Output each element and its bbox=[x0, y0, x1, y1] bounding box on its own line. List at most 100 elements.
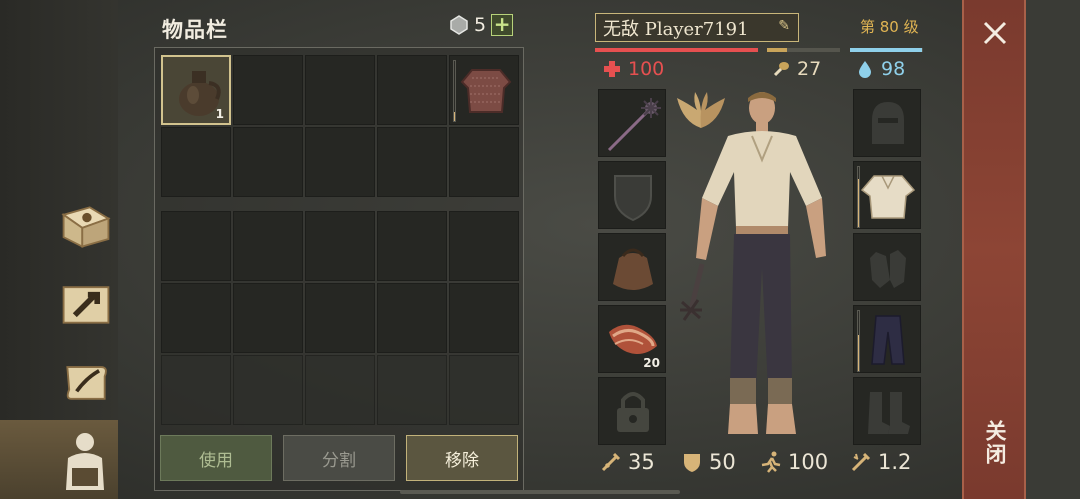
locked-slot bbox=[598, 377, 666, 445]
water-bar bbox=[850, 48, 923, 52]
defense-stat: 50 bbox=[681, 450, 736, 474]
durability-bar bbox=[453, 60, 456, 122]
inventory-slot-19[interactable] bbox=[377, 283, 447, 353]
attack-value: 35 bbox=[628, 450, 655, 474]
item-quantity: 1 bbox=[215, 107, 224, 121]
close-icon[interactable] bbox=[982, 20, 1008, 46]
inventory-slot-11[interactable] bbox=[161, 211, 231, 281]
craft-map-icon bbox=[62, 286, 110, 324]
speed-stat: 100 bbox=[760, 450, 828, 474]
inventory-grid-top: 1 bbox=[161, 55, 519, 197]
running-figure-icon bbox=[761, 451, 781, 473]
inventory-slot-15[interactable] bbox=[449, 211, 519, 281]
food-bar bbox=[767, 48, 840, 52]
crafting-tab[interactable] bbox=[56, 276, 116, 332]
buy-gems-button[interactable]: + bbox=[491, 14, 514, 36]
inventory-slot-locked bbox=[305, 355, 375, 425]
helmet-slot[interactable] bbox=[853, 89, 921, 157]
inventory-slot-locked bbox=[449, 355, 519, 425]
water-value: 98 bbox=[881, 58, 906, 80]
helmet-silhouette-icon bbox=[872, 102, 904, 144]
leather-pouch-icon bbox=[613, 248, 653, 290]
chest-slot[interactable] bbox=[853, 161, 921, 229]
health-stat: 100 bbox=[603, 58, 664, 80]
character-model bbox=[680, 92, 826, 434]
water-stat: 98 bbox=[856, 58, 905, 80]
inventory-slot-5[interactable] bbox=[449, 55, 519, 125]
crit-stat: 1.2 bbox=[850, 450, 911, 474]
character-backpack-icon bbox=[66, 433, 104, 490]
bag-slot[interactable] bbox=[598, 233, 666, 301]
gem-counter: 5 + bbox=[449, 14, 514, 36]
inventory-slot-3[interactable] bbox=[305, 55, 375, 125]
quests-tab[interactable] bbox=[56, 354, 116, 410]
inventory-slot-7[interactable] bbox=[233, 127, 303, 197]
attack-stat: 35 bbox=[600, 450, 655, 474]
inventory-slot-18[interactable] bbox=[305, 283, 375, 353]
food-value: 27 bbox=[797, 58, 822, 80]
inventory-grid-middle bbox=[161, 211, 519, 353]
inventory-grid-locked bbox=[161, 355, 519, 425]
inventory-slot-12[interactable] bbox=[233, 211, 303, 281]
inventory-slot-locked bbox=[377, 355, 447, 425]
food-quick-slot[interactable]: 20 bbox=[598, 305, 666, 373]
shield-slot[interactable] bbox=[598, 161, 666, 229]
health-value: 100 bbox=[628, 58, 665, 80]
inventory-title: 物品栏 bbox=[162, 18, 228, 42]
food-stat: 27 bbox=[772, 58, 821, 80]
water-drop-icon bbox=[859, 61, 871, 78]
split-button[interactable]: 分割 bbox=[283, 435, 395, 481]
speed-value: 100 bbox=[788, 450, 829, 474]
journal-tab[interactable] bbox=[56, 198, 116, 254]
right-edge bbox=[1026, 0, 1080, 499]
inventory-slot-1[interactable]: 1 bbox=[161, 55, 231, 125]
inventory-slot-13[interactable] bbox=[305, 211, 375, 281]
inventory-slot-locked bbox=[161, 355, 231, 425]
inventory-slot-14[interactable] bbox=[377, 211, 447, 281]
chainmail-shirt-icon bbox=[460, 69, 512, 113]
weapon-slot[interactable] bbox=[598, 89, 666, 157]
inventory-slot-20[interactable] bbox=[449, 283, 519, 353]
inventory-slot-16[interactable] bbox=[161, 283, 231, 353]
trousers-icon bbox=[871, 315, 905, 365]
drumstick-icon bbox=[773, 62, 789, 77]
close-label[interactable]: 关闭 bbox=[980, 420, 1010, 466]
gem-icon bbox=[450, 15, 468, 35]
inventory-slot-locked bbox=[233, 355, 303, 425]
scroll-quill-icon bbox=[66, 366, 107, 400]
player-level: 第 80 级 bbox=[860, 18, 919, 36]
gloves-slot[interactable] bbox=[853, 233, 921, 301]
shield-icon bbox=[684, 454, 700, 472]
inventory-slot-4[interactable] bbox=[377, 55, 447, 125]
linen-shirt-icon bbox=[860, 175, 916, 219]
sun-book-icon bbox=[61, 206, 111, 249]
inventory-slot-9[interactable] bbox=[377, 127, 447, 197]
remove-button[interactable]: 移除 bbox=[406, 435, 518, 481]
inventory-slot-6[interactable] bbox=[161, 127, 231, 197]
crit-value: 1.2 bbox=[878, 450, 912, 474]
item-quantity: 20 bbox=[643, 356, 660, 370]
sword-icon bbox=[601, 452, 621, 472]
edit-name-icon[interactable]: ✎ bbox=[778, 18, 790, 34]
shield-silhouette-icon bbox=[614, 175, 652, 222]
defense-value: 50 bbox=[709, 450, 736, 474]
legs-slot[interactable] bbox=[853, 305, 921, 373]
inventory-slot-10[interactable] bbox=[449, 127, 519, 197]
use-button[interactable]: 使用 bbox=[160, 435, 272, 481]
spiked-mace-icon bbox=[607, 98, 661, 152]
boots-silhouette-icon bbox=[868, 392, 910, 434]
player-name-box[interactable]: 无敌 Player7191 ✎ bbox=[595, 13, 799, 42]
scroll-indicator bbox=[400, 490, 680, 494]
inventory-slot-17[interactable] bbox=[233, 283, 303, 353]
crit-sword-icon bbox=[851, 452, 871, 472]
gem-count-value: 5 bbox=[474, 14, 487, 36]
inventory-slot-8[interactable] bbox=[305, 127, 375, 197]
boots-slot[interactable] bbox=[853, 377, 921, 445]
player-name: 无敌 Player7191 bbox=[603, 18, 749, 40]
gloves-silhouette-icon bbox=[870, 250, 906, 288]
health-cross-icon bbox=[604, 61, 620, 77]
padlock-icon bbox=[617, 392, 649, 432]
character-tab[interactable] bbox=[0, 420, 118, 499]
health-bar bbox=[595, 48, 758, 52]
inventory-slot-2[interactable] bbox=[233, 55, 303, 125]
